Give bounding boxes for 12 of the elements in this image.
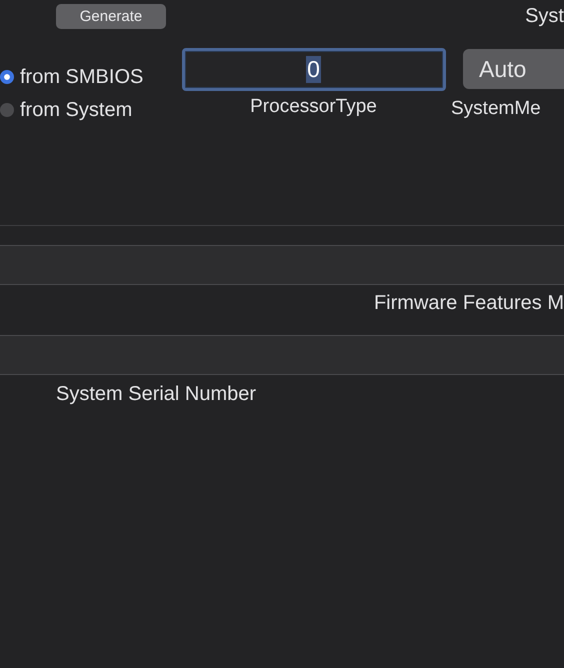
radio-label[interactable]: from SMBIOS — [20, 66, 144, 88]
radio-button[interactable] — [0, 70, 14, 84]
radio-label[interactable]: from System — [20, 99, 132, 121]
system-memory-dropdown[interactable]: Auto — [463, 49, 564, 89]
generate-button[interactable]: Generate — [56, 4, 166, 29]
field-label: SystemMe — [451, 98, 542, 120]
field-label: ProcessorType — [250, 96, 377, 118]
section-label: Firmware Features M — [374, 292, 564, 316]
radio-button[interactable] — [0, 103, 14, 117]
section-label: System Serial Number — [56, 383, 256, 405]
section-label: Syst — [525, 5, 564, 28]
processor-type-field[interactable]: 0 — [182, 48, 446, 91]
